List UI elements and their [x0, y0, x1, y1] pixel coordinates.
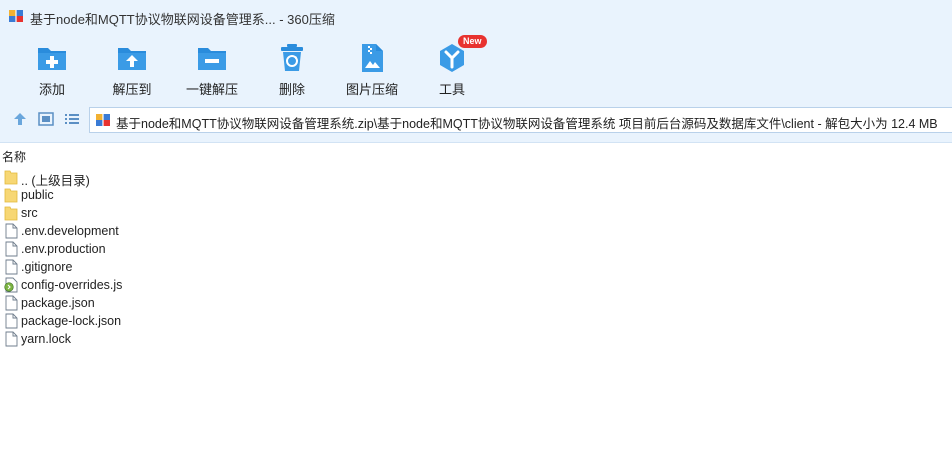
extract-to-button[interactable]: 解压到 [96, 38, 168, 97]
title-bar: 基于node和MQTT协议物联网设备管理系... - 360压缩 [0, 0, 952, 34]
tools-button[interactable]: New 工具 [416, 35, 488, 97]
image-compress-icon [362, 44, 383, 72]
file-icon [5, 223, 18, 239]
file-name: package-lock.json [21, 314, 122, 328]
thumbnail-view-icon[interactable] [38, 112, 54, 126]
list-item-gitignore[interactable]: .gitignore [0, 258, 300, 276]
file-name: src [21, 206, 38, 220]
file-icon [5, 259, 18, 275]
file-name: yarn.lock [21, 332, 72, 346]
delete-button[interactable]: 删除 [256, 38, 328, 97]
name-column-header[interactable]: 名称 [2, 148, 26, 165]
path-input[interactable]: 基于node和MQTT协议物联网设备管理系统.zip\基于node和MQTT协议… [89, 107, 952, 133]
toolbar: 添加 解压到 一键解压 删除 图片压缩 New 工具 [0, 34, 952, 97]
file-name: .env.development [21, 224, 119, 238]
file-name: config-overrides.js [21, 278, 123, 292]
file-icon [5, 331, 18, 347]
one-click-extract-button[interactable]: 一键解压 [176, 38, 248, 97]
archive-app-icon [9, 10, 23, 22]
file-name: .gitignore [21, 260, 73, 274]
folder-icon [4, 188, 18, 203]
zip-archive-icon [96, 114, 110, 126]
list-item-package-json[interactable]: package.json [0, 294, 300, 312]
add-button[interactable]: 添加 [16, 38, 88, 97]
list-item-public[interactable]: public [0, 186, 300, 204]
one-click-extract-icon [198, 48, 226, 70]
list-view-icon[interactable] [64, 112, 80, 126]
window-title: 基于node和MQTT协议物联网设备管理系... - 360压缩 [30, 12, 335, 27]
image-compress-button[interactable]: 图片压缩 [336, 38, 408, 97]
recycle-bin-icon [281, 44, 303, 71]
file-name: .env.production [21, 242, 106, 256]
file-icon [5, 295, 18, 311]
list-item-config-overrides[interactable]: config-overrides.js [0, 276, 300, 294]
address-bar: 基于node和MQTT协议物联网设备管理系统.zip\基于node和MQTT协议… [0, 96, 952, 143]
file-icon [5, 241, 18, 257]
folder-icon [4, 170, 18, 185]
file-name: public [21, 188, 54, 202]
path-text: 基于node和MQTT协议物联网设备管理系统.zip\基于node和MQTT协议… [116, 117, 938, 131]
add-folder-icon [38, 48, 66, 70]
up-arrow-icon[interactable] [12, 112, 28, 126]
list-item-env-production[interactable]: .env.production [0, 240, 300, 258]
file-name: package.json [21, 296, 95, 310]
file-icon [5, 313, 18, 329]
javascript-file-icon [4, 277, 18, 293]
folder-icon [4, 206, 18, 221]
list-item-package-lock-json[interactable]: package-lock.json [0, 312, 300, 330]
column-header: 名称 [0, 143, 952, 165]
list-item-env-development[interactable]: .env.development [0, 222, 300, 240]
list-item-src[interactable]: src [0, 204, 300, 222]
list-item-parent-dir[interactable]: .. (上级目录) [0, 168, 300, 188]
new-badge: New [458, 35, 487, 48]
list-item-yarn-lock[interactable]: yarn.lock [0, 330, 300, 348]
extract-to-icon [118, 48, 146, 70]
